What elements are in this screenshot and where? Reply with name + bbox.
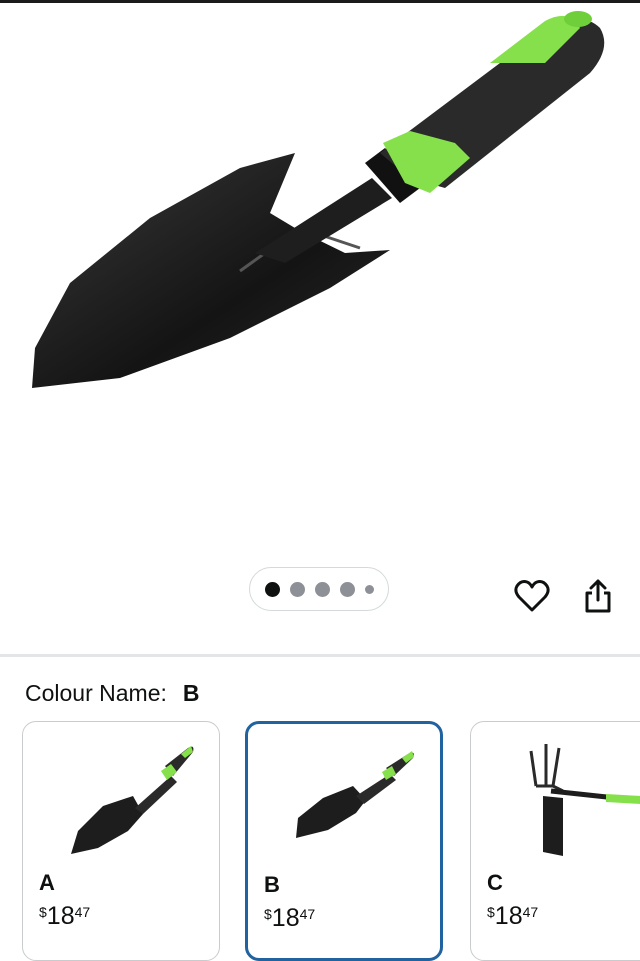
pager-dot[interactable] <box>339 581 355 597</box>
pager-dot[interactable] <box>364 584 374 594</box>
option-thumbnail <box>71 746 194 854</box>
option-thumbnail <box>296 751 414 838</box>
option-price: $ 18 47 <box>264 904 316 932</box>
share-button[interactable] <box>576 574 620 618</box>
variation-label: Colour Name: <box>25 680 167 706</box>
variation-selected-value: B <box>182 680 200 706</box>
variation-option-a[interactable]: A $ 18 47 <box>22 721 220 961</box>
share-icon <box>585 579 611 613</box>
option-price: $ 18 47 <box>39 902 91 930</box>
option-name: B <box>264 872 280 897</box>
option-name: A <box>39 870 55 895</box>
variation-option-b[interactable]: B $ 18 47 <box>245 721 443 961</box>
option-price: $ 18 47 <box>487 902 539 930</box>
image-pager[interactable] <box>249 567 389 611</box>
option-name: C <box>487 870 503 895</box>
pager-dot[interactable] <box>264 581 280 597</box>
trowel-illustration <box>32 11 605 388</box>
section-divider <box>0 654 640 657</box>
pager-dot[interactable] <box>314 581 330 597</box>
variation-header: Colour Name: B <box>25 680 200 707</box>
variation-option-c[interactable]: C $ 18 47 <box>470 721 640 961</box>
heart-icon <box>514 580 550 612</box>
wishlist-button[interactable] <box>510 574 554 618</box>
pager-dot[interactable] <box>289 581 305 597</box>
option-thumbnail <box>529 744 640 856</box>
product-image[interactable] <box>0 3 640 543</box>
